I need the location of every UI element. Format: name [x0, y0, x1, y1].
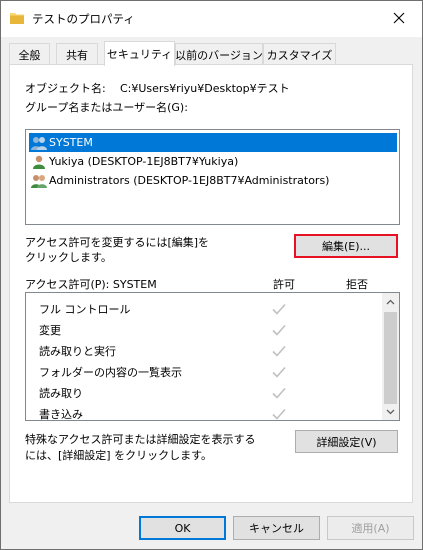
list-item[interactable]: Administrators (DESKTOP-1EJ8BT7¥Administ…	[29, 171, 397, 190]
check-icon	[272, 408, 286, 420]
list-item: 読み取り	[26, 382, 384, 403]
object-name-label: オブジェクト名:	[25, 82, 106, 95]
scroll-down-button[interactable]	[382, 403, 399, 420]
advanced-button[interactable]: 詳細設定(V)	[295, 430, 398, 453]
tab-sharing[interactable]: 共有	[56, 43, 98, 65]
check-icon	[272, 387, 286, 399]
close-icon	[393, 12, 405, 24]
edit-button[interactable]: 編集(E)...	[294, 234, 398, 258]
title-bar: テストのプロパティ	[1, 1, 422, 37]
permission-name: フル コントロール	[39, 302, 131, 316]
list-item: 変更	[26, 319, 384, 340]
permissions-header: アクセス許可(P): SYSTEM	[25, 278, 157, 291]
ok-button[interactable]: OK	[139, 516, 226, 540]
list-item: フル コントロール	[26, 298, 384, 319]
edit-hint-line1: アクセス許可を変更するには[編集]を	[25, 236, 210, 249]
check-icon	[272, 366, 286, 378]
list-item: 書き込み	[26, 403, 384, 421]
permissions-list: フル コントロール 変更 読み取りと実行 フォルダーの内容の一覧表示 読み取り …	[25, 292, 400, 421]
permission-name: 読み取り	[39, 386, 83, 400]
deny-header: 拒否	[346, 278, 368, 291]
user-name: SYSTEM	[49, 136, 93, 149]
list-item: 読み取りと実行	[26, 340, 384, 361]
permission-name: 読み取りと実行	[39, 344, 116, 358]
tab-security[interactable]: セキュリティ	[104, 41, 175, 66]
allow-header: 許可	[273, 278, 295, 291]
window-title: テストのプロパティ	[32, 12, 135, 26]
folder-icon	[10, 13, 24, 24]
permission-name: フォルダーの内容の一覧表示	[39, 365, 182, 379]
list-item[interactable]: SYSTEM	[29, 133, 397, 152]
tab-previous-versions[interactable]: 以前のバージョン	[175, 43, 263, 65]
object-name-value: C:¥Users¥riyu¥Desktop¥テスト	[120, 82, 290, 95]
check-icon	[272, 324, 286, 336]
tab-general[interactable]: 全般	[9, 43, 50, 65]
scroll-thumb[interactable]	[384, 312, 397, 404]
advanced-hint-line1: 特殊なアクセス許可または詳細設定を表示する	[25, 433, 256, 446]
list-item[interactable]: Yukiya (DESKTOP-1EJ8BT7¥Yukiya)	[29, 152, 397, 171]
edit-hint-line2: クリックします。	[25, 251, 112, 264]
permission-name: 変更	[39, 323, 61, 337]
group-label: グループ名またはユーザー名(G):	[25, 101, 188, 114]
user-name: Yukiya (DESKTOP-1EJ8BT7¥Yukiya)	[49, 155, 239, 168]
cancel-button[interactable]: キャンセル	[233, 516, 320, 540]
user-list[interactable]: SYSTEM Yukiya (DESKTOP-1EJ8BT7¥Yukiya) A…	[25, 129, 400, 225]
check-icon	[272, 303, 286, 315]
user-name: Administrators (DESKTOP-1EJ8BT7¥Administ…	[49, 174, 330, 187]
scroll-up-button[interactable]	[382, 293, 399, 310]
chevron-down-icon	[386, 409, 395, 414]
close-button[interactable]	[376, 1, 422, 35]
permission-name: 書き込み	[39, 407, 83, 421]
user-group-icon	[31, 174, 47, 188]
permissions-scrollbar[interactable]	[382, 293, 399, 420]
check-icon	[272, 345, 286, 357]
chevron-up-icon	[386, 299, 395, 304]
user-group-icon	[31, 136, 47, 150]
properties-dialog: テストのプロパティ 全般 共有 セキュリティ 以前のバージョン カスタマイズ オ…	[0, 0, 423, 550]
user-icon	[33, 155, 45, 169]
advanced-hint-line2: には、[詳細設定] をクリックします。	[25, 449, 212, 462]
list-item: フォルダーの内容の一覧表示	[26, 361, 384, 382]
tab-customize[interactable]: カスタマイズ	[263, 43, 336, 65]
apply-button[interactable]: 適用(A)	[327, 516, 414, 540]
